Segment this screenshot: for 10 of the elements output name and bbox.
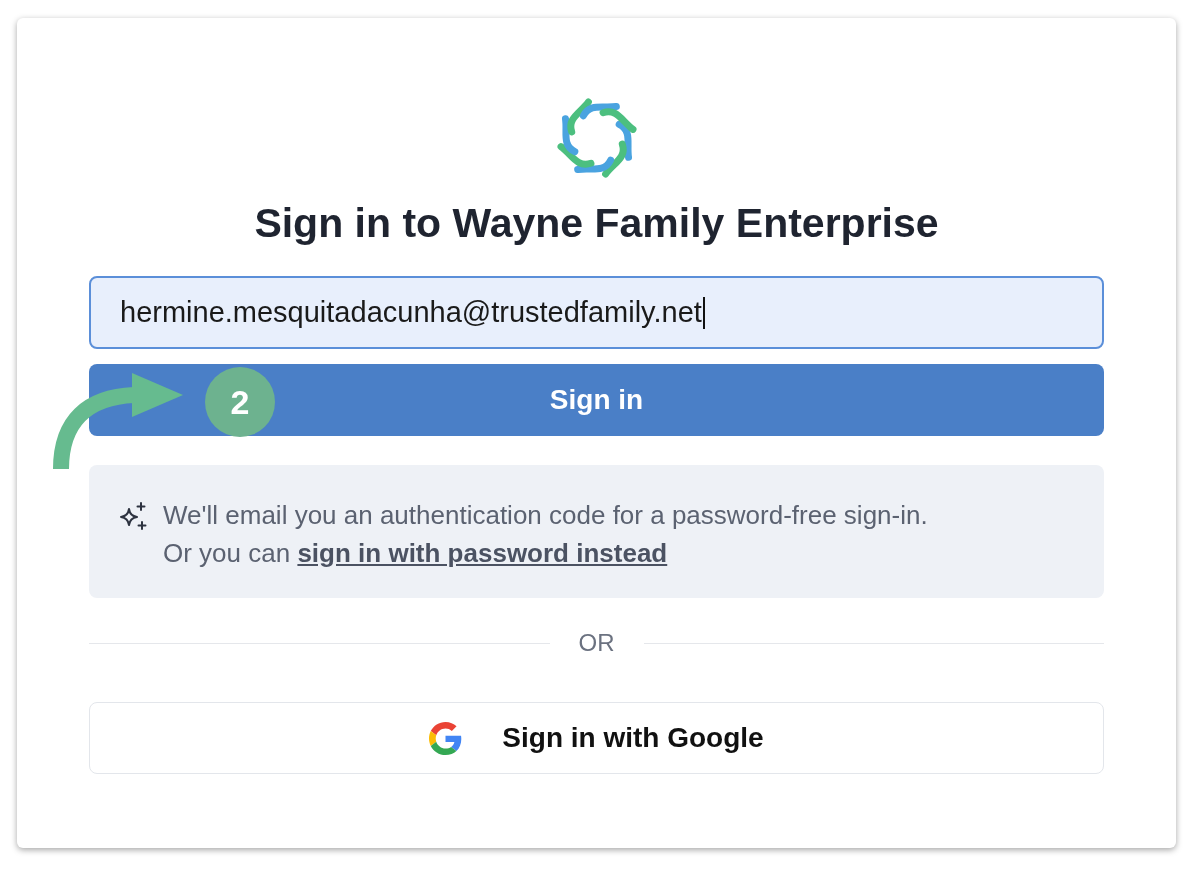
password-sign-in-link[interactable]: sign in with password instead <box>297 538 668 568</box>
email-field[interactable]: hermine.mesquitadacunha@trustedfamily.net <box>89 276 1104 349</box>
google-sign-in-button[interactable]: Sign in with Google <box>89 702 1104 774</box>
google-logo-icon <box>429 721 463 755</box>
text-cursor-icon <box>702 296 705 329</box>
sparkle-icon <box>117 501 149 531</box>
info-text: We'll email you an authentication code for a password-free sign-in. <box>163 499 928 532</box>
divider-label: OR <box>577 628 616 658</box>
page-title: Sign in to Wayne Family Enterprise <box>254 199 939 247</box>
password-option-text: Or you can sign in with password instead <box>163 537 669 570</box>
